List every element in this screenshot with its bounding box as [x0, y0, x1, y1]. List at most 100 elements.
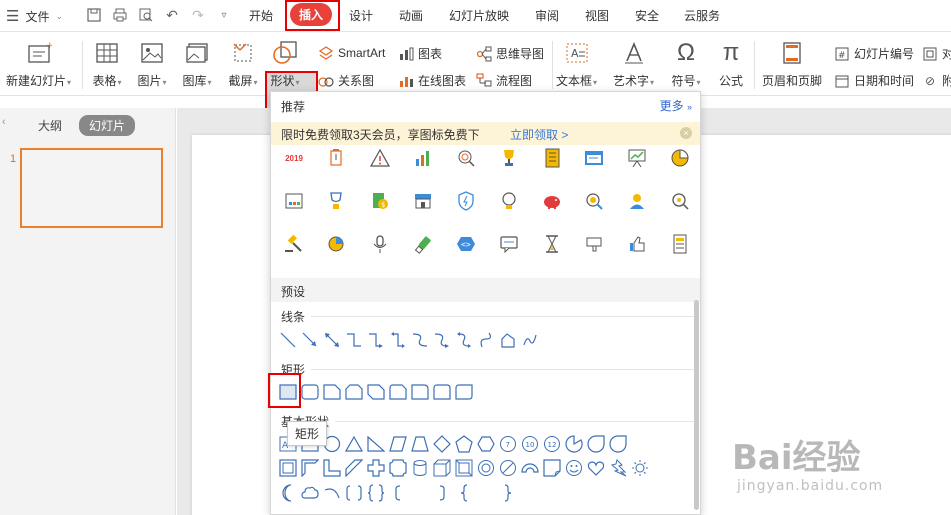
double-brace-icon[interactable] — [365, 482, 387, 504]
half-frame-icon[interactable] — [299, 457, 321, 479]
trophy-icon[interactable] — [496, 146, 522, 170]
left-bracket-icon[interactable] — [387, 482, 409, 504]
shield-icon[interactable] — [453, 189, 479, 213]
elbow-connector-icon[interactable] — [343, 329, 365, 351]
online-chart-button[interactable]: 在线图表 — [398, 72, 466, 89]
frame-shape-icon[interactable] — [277, 457, 299, 479]
line-shape-icon[interactable] — [277, 329, 299, 351]
shape-button[interactable]: 形状▾ — [270, 39, 300, 89]
snip-corner-rectangle-icon[interactable] — [321, 381, 343, 403]
curved-double-arrow-connector-icon[interactable] — [453, 329, 475, 351]
pentagon-icon[interactable] — [453, 433, 475, 455]
print-icon[interactable] — [112, 6, 128, 24]
elbow-arrow-connector-icon[interactable] — [365, 329, 387, 351]
formula-button[interactable]: π 公式 — [716, 39, 746, 89]
folded-corner-icon[interactable] — [541, 457, 563, 479]
customize-icon[interactable]: ▿ — [216, 6, 232, 24]
triangle-shape-icon[interactable] — [343, 433, 365, 455]
hourglass-lamp-icon[interactable] — [323, 146, 349, 170]
screenshot-button[interactable]: 截屏▾ — [228, 39, 258, 89]
snip-same-side-rectangle-icon[interactable] — [343, 381, 365, 403]
heptagon-icon[interactable]: 7 — [497, 433, 519, 455]
tab-slideshow[interactable]: 幻灯片放映 — [449, 7, 509, 24]
moon-shape-icon[interactable] — [277, 482, 299, 504]
pie-chart-icon[interactable] — [667, 146, 693, 170]
wordart-button[interactable]: 艺术字▾ — [613, 39, 654, 89]
pie-shape-icon[interactable] — [563, 433, 585, 455]
award-cup-icon[interactable] — [323, 189, 349, 213]
tab-design[interactable]: 设计 — [349, 7, 373, 24]
no-symbol-icon[interactable] — [497, 457, 519, 479]
promo-link[interactable]: 立即领取 > — [510, 126, 568, 143]
slide-thumbnail[interactable] — [20, 148, 163, 228]
pie-slice-icon[interactable] — [323, 232, 349, 256]
tab-outline[interactable]: 大纲 — [38, 117, 62, 134]
piggy-bank-icon[interactable] — [539, 189, 565, 213]
lightbulb-icon[interactable] — [496, 189, 522, 213]
image-button[interactable]: 图片▾ — [137, 39, 167, 89]
rounded-rectangle-icon[interactable] — [299, 381, 321, 403]
right-bracket-icon[interactable] — [431, 482, 453, 504]
chat-bubble-icon[interactable] — [496, 232, 522, 256]
cloud-shape-icon[interactable] — [299, 482, 321, 504]
plaque-shape-icon[interactable] — [387, 457, 409, 479]
org-chart-icon[interactable] — [281, 189, 307, 213]
diagonal-stripe-icon[interactable] — [343, 457, 365, 479]
year-2019-icon[interactable]: 2019 — [281, 146, 307, 170]
money-document-icon[interactable]: $ — [367, 189, 393, 213]
diamond-icon[interactable] — [431, 433, 453, 455]
chart-button[interactable]: 图表 — [398, 45, 442, 62]
gallery-button[interactable]: 图库▾ — [182, 39, 212, 89]
gavel-icon[interactable] — [281, 232, 307, 256]
store-icon[interactable] — [410, 189, 436, 213]
notebook-icon[interactable] — [539, 146, 565, 170]
more-link[interactable]: 更多 » — [660, 97, 692, 114]
elbow-double-arrow-connector-icon[interactable] — [387, 329, 409, 351]
snip-diagonal-rectangle-icon[interactable] — [365, 381, 387, 403]
code-hexagon-icon[interactable]: <> — [453, 232, 479, 256]
user-icon[interactable] — [624, 189, 650, 213]
table-button[interactable]: 表格▾ — [92, 39, 122, 89]
file-menu[interactable]: ☰ 文件 ⌄ — [6, 7, 63, 25]
microphone-icon[interactable] — [367, 232, 393, 256]
parallelogram-icon[interactable] — [387, 433, 409, 455]
warning-icon[interactable] — [367, 146, 393, 170]
hexagon-icon[interactable] — [475, 433, 497, 455]
curve-shape-icon[interactable] — [475, 329, 497, 351]
object-button[interactable]: 对 — [922, 45, 951, 62]
arrow-shape-icon[interactable] — [299, 329, 321, 351]
double-bracket-icon[interactable] — [343, 482, 365, 504]
print-preview-icon[interactable] — [138, 6, 154, 24]
cross-shape-icon[interactable] — [365, 457, 387, 479]
document-list-icon[interactable] — [667, 232, 693, 256]
double-arrow-shape-icon[interactable] — [321, 329, 343, 351]
save-icon[interactable] — [86, 6, 102, 24]
symbol-button[interactable]: Ω 符号▾ — [671, 39, 701, 89]
redo-icon[interactable]: ↷ — [190, 6, 206, 24]
smartart-button[interactable]: SmartArt — [318, 45, 385, 61]
scribble-shape-icon[interactable] — [519, 329, 541, 351]
globe-search-icon[interactable] — [581, 189, 607, 213]
cube-shape-icon[interactable] — [431, 457, 453, 479]
snip-round-rectangle-icon[interactable] — [387, 381, 409, 403]
magnifier-icon[interactable] — [667, 189, 693, 213]
tab-view[interactable]: 视图 — [585, 7, 609, 24]
l-shape-icon[interactable] — [321, 457, 343, 479]
thumbs-up-icon[interactable] — [624, 232, 650, 256]
block-arc-icon[interactable] — [519, 457, 541, 479]
round-same-side-rectangle-icon[interactable] — [431, 381, 453, 403]
dodecagon-icon[interactable]: 12 — [541, 433, 563, 455]
bevel-shape-icon[interactable] — [453, 457, 475, 479]
round-diagonal-rectangle-icon[interactable] — [453, 381, 475, 403]
sun-shape-icon[interactable] — [629, 457, 651, 479]
heart-icon[interactable] — [585, 457, 607, 479]
trapezoid-icon[interactable] — [409, 433, 431, 455]
tab-animation[interactable]: 动画 — [399, 7, 423, 24]
attachment-button[interactable]: ⊘ 附 — [922, 72, 951, 89]
curved-arrow-connector-icon[interactable] — [431, 329, 453, 351]
tab-review[interactable]: 审阅 — [535, 7, 559, 24]
dropdown-scrollbar[interactable] — [694, 300, 699, 510]
teardrop-shape-icon[interactable] — [585, 433, 607, 455]
round-single-corner-rectangle-icon[interactable] — [409, 381, 431, 403]
header-footer-button[interactable]: 页眉和页脚 — [762, 39, 822, 89]
